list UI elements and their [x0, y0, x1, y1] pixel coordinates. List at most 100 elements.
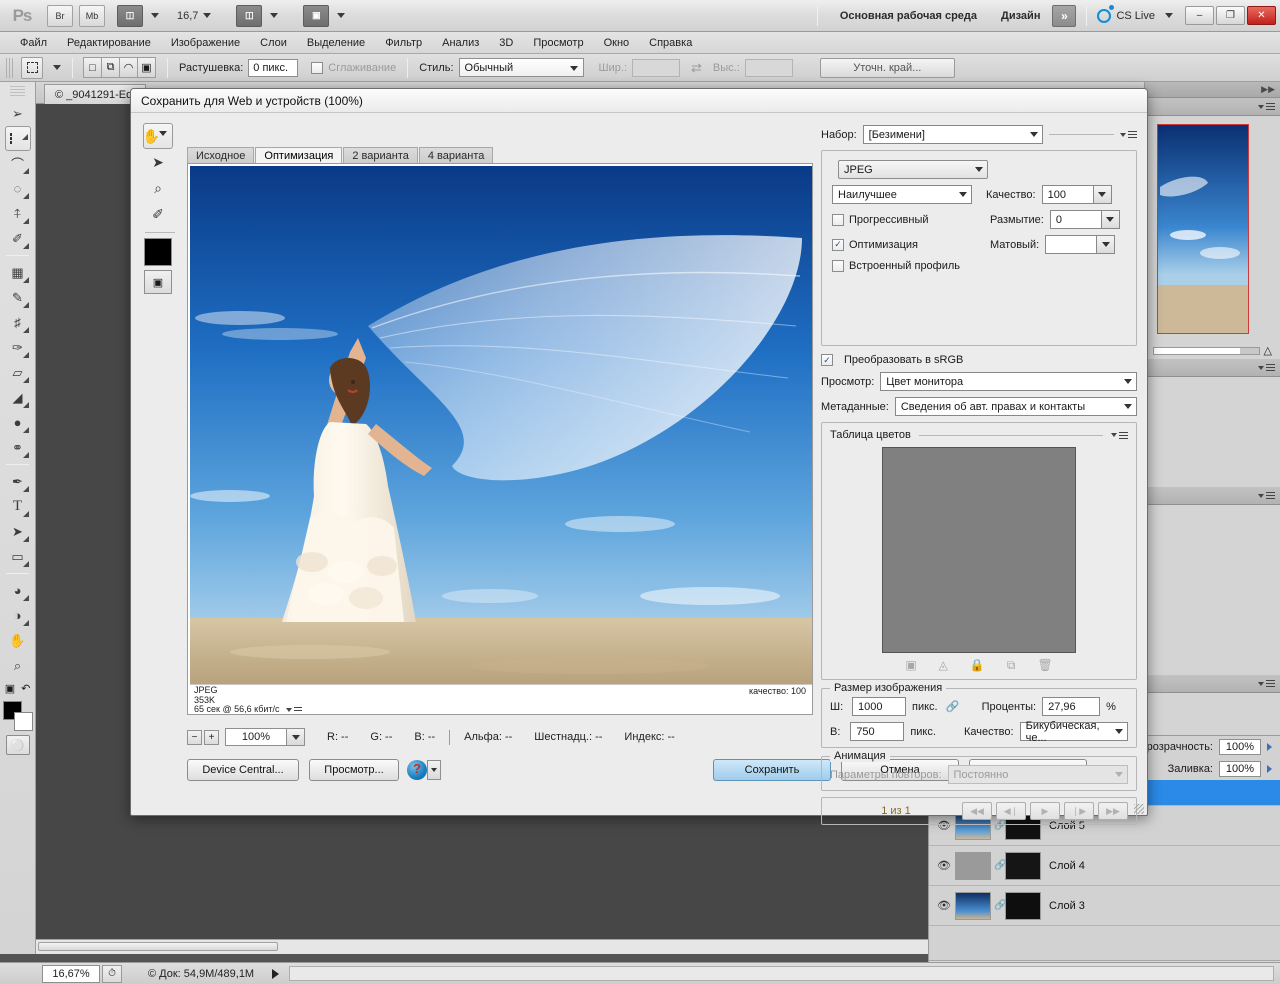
optimize-menu-icon[interactable]: [1120, 131, 1137, 138]
first-frame-button[interactable]: ◀◀: [962, 802, 992, 820]
image-width-input[interactable]: 1000: [852, 697, 906, 716]
previous-frame-button[interactable]: ◀❘: [996, 802, 1026, 820]
status-hscrollbar[interactable]: [289, 966, 1274, 981]
metadata-select[interactable]: Сведения об авт. правах и контакты: [895, 397, 1137, 416]
dialog-resize-grip[interactable]: [1134, 804, 1144, 814]
app-zoom-value[interactable]: 16,7: [177, 10, 198, 22]
matte-dropdown-icon[interactable]: [1097, 235, 1115, 254]
preset-select[interactable]: [Безимени]: [863, 125, 1043, 144]
tab-optimized[interactable]: Оптимизация: [255, 147, 342, 163]
screen-mode-icon[interactable]: ▣: [303, 5, 329, 27]
zoom-in-button[interactable]: +: [204, 730, 219, 745]
move-tool[interactable]: ➢: [5, 101, 31, 126]
eyedropper-tool[interactable]: ✐: [5, 226, 31, 251]
convert-srgb-checkbox[interactable]: ✓: [821, 354, 833, 366]
layer-mask-thumbnail[interactable]: [1005, 852, 1041, 880]
tool-preset-caret-icon[interactable]: [53, 65, 61, 70]
close-button[interactable]: ✕: [1247, 6, 1276, 25]
canvas-hscroll-thumb[interactable]: [38, 942, 278, 951]
last-frame-button[interactable]: ▶▶: [1098, 802, 1128, 820]
layer-thumbnail[interactable]: [955, 852, 991, 880]
path-selection-tool[interactable]: ➤: [5, 519, 31, 544]
layer-link-icon[interactable]: 🔗: [994, 860, 1005, 871]
table-row[interactable]: 👁 🔗 Слой 4: [929, 846, 1280, 886]
brush-tool[interactable]: ✎: [5, 285, 31, 310]
arrange-caret-icon[interactable]: [270, 13, 278, 18]
blur-value[interactable]: 0: [1050, 210, 1102, 229]
fill-slider-arrow-icon[interactable]: [1267, 765, 1272, 773]
preview-mode-select[interactable]: Цвет монитора: [880, 372, 1137, 391]
workspace-more-button[interactable]: »: [1052, 5, 1076, 27]
quick-selection-tool[interactable]: ◌: [5, 176, 31, 201]
percent-input[interactable]: 27,96: [1042, 697, 1100, 716]
color-table-swatch-grid[interactable]: [882, 447, 1076, 653]
tab-original[interactable]: Исходное: [187, 147, 254, 163]
blur-dropdown-icon[interactable]: [1102, 210, 1120, 229]
resample-select[interactable]: Бикубическая, че...: [1020, 722, 1128, 741]
toggle-slices-icon[interactable]: ▣: [144, 270, 172, 294]
feather-input[interactable]: 0 пикс.: [248, 59, 298, 77]
constrain-proportions-icon[interactable]: 🔗: [944, 700, 962, 713]
delete-color-icon[interactable]: 🗑: [1037, 658, 1052, 673]
fill-value[interactable]: 100%: [1219, 761, 1261, 777]
navigator-zoom-icon[interactable]: △: [1264, 344, 1272, 357]
transparency-icon[interactable]: ▣: [905, 658, 916, 673]
matte-value[interactable]: [1045, 235, 1097, 254]
layer-visibility-icon[interactable]: 👁: [933, 895, 955, 917]
image-height-input[interactable]: 750: [850, 722, 904, 741]
spot-healing-brush-tool[interactable]: ▦: [5, 260, 31, 285]
quality-dropdown-icon[interactable]: [1094, 185, 1112, 204]
default-colors-icon[interactable]: ▣: [5, 682, 15, 695]
arrange-documents-icon[interactable]: ◫: [236, 5, 262, 27]
restore-button[interactable]: ❐: [1216, 6, 1245, 25]
add-to-selection-button[interactable]: ⧉: [101, 57, 120, 78]
menu-image[interactable]: Изображение: [161, 37, 250, 49]
eraser-tool[interactable]: ▱: [5, 360, 31, 385]
menu-3d[interactable]: 3D: [489, 37, 523, 49]
menu-filter[interactable]: Фильтр: [375, 37, 432, 49]
optimized-preview-image[interactable]: [190, 166, 812, 684]
type-tool[interactable]: T: [5, 494, 31, 519]
menu-analysis[interactable]: Анализ: [432, 37, 489, 49]
swap-colors-icon[interactable]: ↶: [21, 682, 30, 695]
history-brush-tool[interactable]: ✑: [5, 335, 31, 360]
layer-link-icon[interactable]: 🔗: [994, 900, 1005, 911]
subtract-from-selection-button[interactable]: ◠: [119, 57, 138, 78]
hand-tool[interactable]: ✋: [5, 628, 31, 653]
progressive-checkbox[interactable]: [832, 214, 844, 226]
embed-profile-checkbox[interactable]: [832, 260, 844, 272]
menu-window[interactable]: Окно: [594, 37, 640, 49]
blur-tool[interactable]: ●: [5, 410, 31, 435]
minimize-button[interactable]: –: [1185, 6, 1214, 25]
table-row[interactable]: 👁 🔗 Слой 3: [929, 886, 1280, 926]
file-format-select[interactable]: JPEG: [838, 160, 988, 179]
crop-tool[interactable]: ⍏: [5, 201, 31, 226]
save-button[interactable]: Сохранить: [713, 759, 831, 781]
menu-select[interactable]: Выделение: [297, 37, 375, 49]
eyedropper-tool[interactable]: ✐: [143, 201, 173, 227]
histogram-panel-menu-icon[interactable]: [1258, 364, 1275, 371]
preview-settings-menu-icon[interactable]: [286, 707, 302, 713]
workspace-essentials[interactable]: Основная рабочая среда: [828, 10, 989, 22]
intersect-selection-button[interactable]: ▣: [137, 57, 156, 78]
refine-edge-button[interactable]: Уточн. край...: [820, 58, 955, 78]
web-shift-icon[interactable]: ◬: [939, 658, 948, 673]
3d-orbit-tool[interactable]: ◑: [5, 603, 31, 628]
new-color-icon[interactable]: ⧉: [1007, 658, 1016, 673]
pen-tool[interactable]: ✒: [5, 469, 31, 494]
adjustments-panel-menu-icon[interactable]: [1258, 492, 1275, 499]
eyedropper-color-swatch[interactable]: [144, 238, 172, 266]
mini-bridge-button[interactable]: Mb: [79, 5, 105, 27]
next-frame-button[interactable]: ❘▶: [1064, 802, 1094, 820]
navigator-zoom-slider[interactable]: [1153, 347, 1260, 355]
tab-2up[interactable]: 2 варианта: [343, 147, 418, 163]
zoom-dropdown-icon[interactable]: [287, 728, 305, 746]
menu-view[interactable]: Просмотр: [523, 37, 593, 49]
3d-rotate-tool[interactable]: ◕: [5, 578, 31, 603]
current-tool-icon[interactable]: [21, 57, 43, 79]
status-info-menu-icon[interactable]: [272, 969, 279, 979]
new-selection-button[interactable]: □: [83, 57, 102, 78]
hand-tool[interactable]: ✋: [143, 123, 173, 149]
color-table-menu-icon[interactable]: [1111, 432, 1128, 439]
navigator-thumbnail[interactable]: [1157, 124, 1249, 334]
